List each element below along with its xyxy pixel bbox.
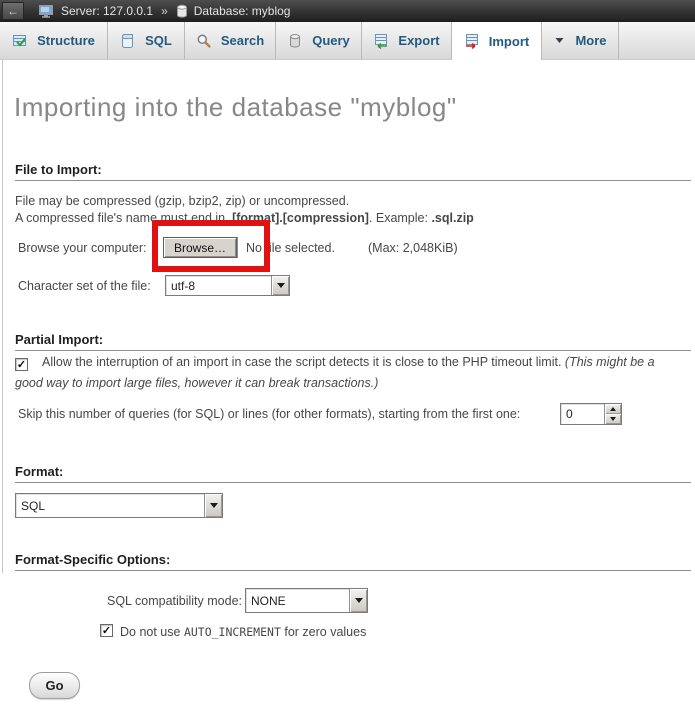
breadcrumb-separator: » — [161, 4, 168, 18]
spinner-up-icon[interactable] — [605, 404, 621, 414]
tab-query[interactable]: Query — [276, 22, 362, 59]
sql-icon — [120, 33, 136, 49]
back-arrow-icon: ← — [7, 4, 19, 18]
format-dropdown-arrow-icon[interactable] — [204, 494, 222, 517]
tab-structure[interactable]: Structure — [0, 22, 108, 59]
tab-export[interactable]: Export — [362, 22, 452, 59]
tab-import[interactable]: Import — [452, 22, 542, 60]
format-select-value: SQL — [16, 494, 204, 517]
tab-label: Query — [312, 33, 350, 48]
sql-compat-label: SQL compatibility mode: — [15, 594, 242, 608]
auto-increment-code: AUTO_INCREMENT — [184, 625, 281, 639]
sql-compat-select-value: NONE — [246, 589, 349, 612]
structure-icon — [12, 33, 28, 49]
no-file-selected-text: No file selected. — [246, 241, 335, 255]
tabbar-filler — [619, 22, 695, 59]
chevron-down-icon — [553, 34, 566, 47]
tab-label: More — [575, 33, 606, 48]
charset-select[interactable]: utf-8 — [165, 275, 290, 296]
tab-label: Structure — [37, 33, 95, 48]
search-icon — [196, 33, 212, 49]
section-heading-format: Format: — [15, 464, 691, 483]
format-select[interactable]: SQL — [15, 493, 223, 518]
sql-compat-select[interactable]: NONE — [245, 588, 368, 613]
compression-info-line2: A compressed file's name must end in .[f… — [15, 211, 474, 225]
breadcrumb-server[interactable]: Server: 127.0.0.1 — [61, 4, 153, 18]
section-heading-partial-import: Partial Import: — [15, 332, 691, 351]
import-icon — [464, 33, 480, 49]
query-icon — [287, 33, 303, 49]
go-button[interactable]: Go — [29, 672, 80, 699]
back-button[interactable]: ← — [2, 2, 24, 20]
breadcrumb: ← Server: 127.0.0.1 » Database: myblog — [0, 0, 695, 22]
sql-zip-example: .sql.zip — [431, 211, 473, 225]
phpmyadmin-import-page: ← Server: 127.0.0.1 » Database: myblog S… — [0, 0, 695, 716]
section-heading-format-specific: Format-Specific Options: — [15, 552, 691, 571]
section-heading-file-to-import: File to Import: — [15, 162, 691, 181]
charset-label: Character set of the file: — [18, 279, 151, 293]
tab-label: Export — [398, 33, 439, 48]
skip-queries-label: Skip this number of queries (for SQL) or… — [18, 407, 520, 421]
tab-more[interactable]: More — [542, 22, 619, 59]
format-compression-token: .[format].[compression] — [229, 211, 369, 225]
max-upload-size: (Max: 2,048KiB) — [368, 241, 458, 255]
zero-values-checkbox[interactable]: ✓ — [100, 624, 113, 637]
tab-label: Import — [489, 34, 529, 49]
breadcrumb-database[interactable]: Database: myblog — [194, 4, 291, 18]
server-icon — [38, 3, 55, 19]
allow-interruption-checkbox[interactable]: ✓ — [15, 358, 28, 371]
browse-computer-label: Browse your computer: — [18, 241, 147, 255]
charset-select-value: utf-8 — [166, 276, 271, 295]
export-icon — [373, 33, 389, 49]
tab-label: SQL — [145, 33, 172, 48]
compression-info-line1: File may be compressed (gzip, bzip2, zip… — [15, 194, 349, 208]
database-icon — [176, 4, 188, 19]
allow-interruption-row: ✓ Allow the interruption of an import in … — [15, 352, 680, 394]
charset-dropdown-arrow-icon[interactable] — [271, 276, 289, 295]
tab-search[interactable]: Search — [185, 22, 276, 59]
tab-sql[interactable]: SQL — [108, 22, 185, 59]
page-title: Importing into the database "myblog" — [14, 92, 457, 123]
skip-queries-input[interactable]: 0 — [560, 403, 622, 425]
tab-label: Search — [221, 33, 264, 48]
tab-bar: Structure SQL Search Query — [0, 22, 695, 60]
content-left-border — [2, 60, 3, 573]
allow-interruption-label: Allow the interruption of an import in c… — [42, 355, 565, 369]
zero-values-label: Do not use AUTO_INCREMENT for zero value… — [120, 625, 366, 639]
skip-queries-spinner — [604, 404, 621, 424]
sql-compat-dropdown-arrow-icon[interactable] — [349, 589, 367, 612]
browse-button[interactable]: Browse… — [163, 237, 237, 258]
spinner-down-icon[interactable] — [605, 414, 621, 424]
skip-queries-value: 0 — [561, 404, 604, 424]
